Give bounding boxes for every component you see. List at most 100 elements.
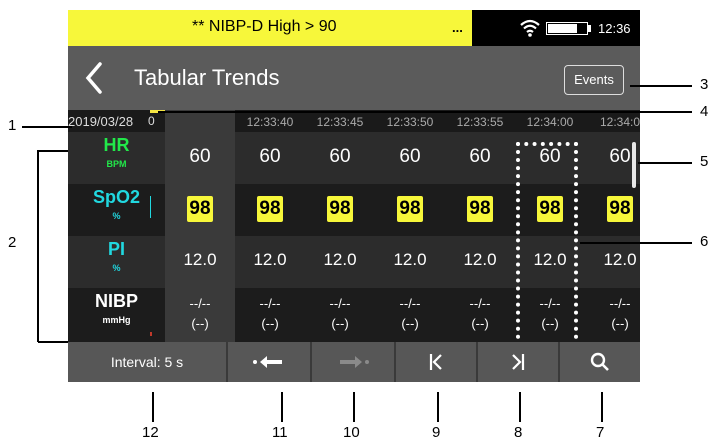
callout-line-2a xyxy=(38,150,68,152)
table-cell[interactable]: 12.0 xyxy=(445,250,515,270)
callout-line-11 xyxy=(281,392,283,422)
time-row: 2019/03/28 0 12:33:3512:33:4012:33:4512:… xyxy=(68,110,640,132)
nibp-value: --/-- xyxy=(329,296,351,311)
parameter-labels: HR BPM SpO2% PI% NIBP mmHg xyxy=(68,132,165,342)
events-button[interactable]: Events xyxy=(564,65,624,95)
right-arrow-icon xyxy=(340,356,369,368)
table-cell[interactable]: 12.0 xyxy=(585,250,640,270)
scroll-left-button[interactable] xyxy=(228,342,310,382)
parameter-unit: BPM xyxy=(106,159,127,169)
table-cell[interactable]: 98 xyxy=(445,196,515,224)
search-icon xyxy=(590,352,609,371)
table-cell[interactable]: 60 xyxy=(305,146,375,168)
parameter-label-nibp[interactable]: NIBP mmHg xyxy=(68,288,165,336)
first-page-icon xyxy=(429,354,442,370)
table-cell[interactable]: 98 xyxy=(165,196,235,224)
table-cell[interactable]: 60 xyxy=(235,146,305,168)
time-column-header: 12:33:40 xyxy=(246,115,294,129)
header: Tabular Trends Events xyxy=(68,46,640,110)
time-column-header: 12:34:00 xyxy=(526,115,574,129)
callout-7: 7 xyxy=(596,424,605,441)
alarm-limit-indicator xyxy=(150,332,152,336)
last-page-button[interactable] xyxy=(478,342,558,382)
nibp-mean: (--) xyxy=(401,316,419,331)
interval-button[interactable]: Interval: 5 s xyxy=(68,342,226,382)
parameter-label-pi[interactable]: PI% xyxy=(68,236,165,284)
table-cell[interactable]: 60 xyxy=(375,146,445,168)
table-cell[interactable]: --/-- (--) xyxy=(585,294,640,334)
scroll-right-button[interactable] xyxy=(312,342,394,382)
callout-6: 6 xyxy=(700,233,709,250)
table-cell[interactable]: 98 xyxy=(235,196,305,224)
callout-3: 3 xyxy=(700,76,709,93)
callout-line-9 xyxy=(437,392,439,422)
time-column-header: 12:33:50 xyxy=(386,115,434,129)
selected-column[interactable] xyxy=(516,142,578,347)
cursor-label: 0 xyxy=(148,114,155,128)
nibp-mean: (--) xyxy=(471,316,489,331)
callout-10: 10 xyxy=(343,424,360,441)
table-cell[interactable]: --/-- (--) xyxy=(305,294,375,334)
back-arrow-icon[interactable] xyxy=(76,56,116,100)
first-page-button[interactable] xyxy=(396,342,476,382)
table-cell[interactable]: 60 xyxy=(445,146,515,168)
nibp-mean: (--) xyxy=(331,316,349,331)
callout-line-3 xyxy=(630,85,692,87)
alarm-text: ** NIBP-D High > 90 xyxy=(192,18,337,35)
callout-12: 12 xyxy=(142,424,159,441)
callout-line-1 xyxy=(22,126,72,128)
alarm-limit-indicator xyxy=(150,196,151,218)
time-column-header: 12:34:0 xyxy=(599,115,640,129)
time-column-header: 12:33:55 xyxy=(456,115,504,129)
table-cell[interactable]: 60 xyxy=(165,146,235,168)
parameter-name: HR xyxy=(103,135,130,155)
left-arrow-icon xyxy=(253,356,282,368)
table-cell[interactable]: --/-- (--) xyxy=(445,294,515,334)
battery-icon xyxy=(546,22,588,35)
wifi-icon xyxy=(520,19,540,37)
parameter-name: PI xyxy=(107,239,125,259)
nibp-mean: (--) xyxy=(261,316,279,331)
callout-bracket-2 xyxy=(37,150,39,342)
callout-line-7 xyxy=(601,392,603,422)
alarm-more: ... xyxy=(452,20,463,35)
nibp-value: --/-- xyxy=(189,296,211,311)
table-cell[interactable]: --/-- (--) xyxy=(235,294,305,334)
parameter-label-hr[interactable]: HR BPM xyxy=(68,132,165,180)
table-cell[interactable]: 12.0 xyxy=(235,250,305,270)
callout-2: 2 xyxy=(8,234,17,251)
table-cell[interactable]: --/-- (--) xyxy=(375,294,445,334)
parameter-name: NIBP xyxy=(94,291,138,311)
parameter-unit: % xyxy=(112,263,121,273)
table-cell[interactable]: 12.0 xyxy=(305,250,375,270)
toolbar: Interval: 5 s xyxy=(68,342,640,382)
callout-line-6 xyxy=(580,242,692,244)
alarm-value-box: 98 xyxy=(257,196,283,222)
nibp-mean: (--) xyxy=(611,316,629,331)
table-cell[interactable]: --/-- (--) xyxy=(165,294,235,334)
battery-tip xyxy=(588,25,591,32)
alarm-value-box: 98 xyxy=(397,196,423,222)
callout-line-4 xyxy=(158,111,692,113)
callout-line-5 xyxy=(638,162,692,164)
table-cell[interactable]: 12.0 xyxy=(165,250,235,270)
nibp-value: --/-- xyxy=(259,296,281,311)
table-cell[interactable]: 12.0 xyxy=(375,250,445,270)
alarm-value-box: 98 xyxy=(327,196,353,222)
table-cell[interactable]: 98 xyxy=(375,196,445,224)
last-page-icon xyxy=(512,354,525,370)
status-bar: ** NIBP-D High > 90 ... 12:36 xyxy=(68,10,640,46)
nibp-value: --/-- xyxy=(399,296,421,311)
table-cell[interactable]: 98 xyxy=(585,196,640,224)
monitor-screen: ** NIBP-D High > 90 ... 12:36 Tabular Tr… xyxy=(68,10,640,382)
parameter-label-spo2[interactable]: SpO2% xyxy=(68,184,165,232)
parameter-unit: mmHg xyxy=(102,315,131,325)
trend-date: 2019/03/28 xyxy=(68,114,134,129)
table-cell[interactable]: 98 xyxy=(305,196,375,224)
callout-1: 1 xyxy=(8,117,17,134)
alarm-banner[interactable]: ** NIBP-D High > 90 ... xyxy=(68,10,472,46)
page-title: Tabular Trends xyxy=(134,65,280,90)
callout-line-2b xyxy=(38,341,68,343)
search-button[interactable] xyxy=(560,342,640,382)
scrollbar[interactable] xyxy=(632,142,636,188)
